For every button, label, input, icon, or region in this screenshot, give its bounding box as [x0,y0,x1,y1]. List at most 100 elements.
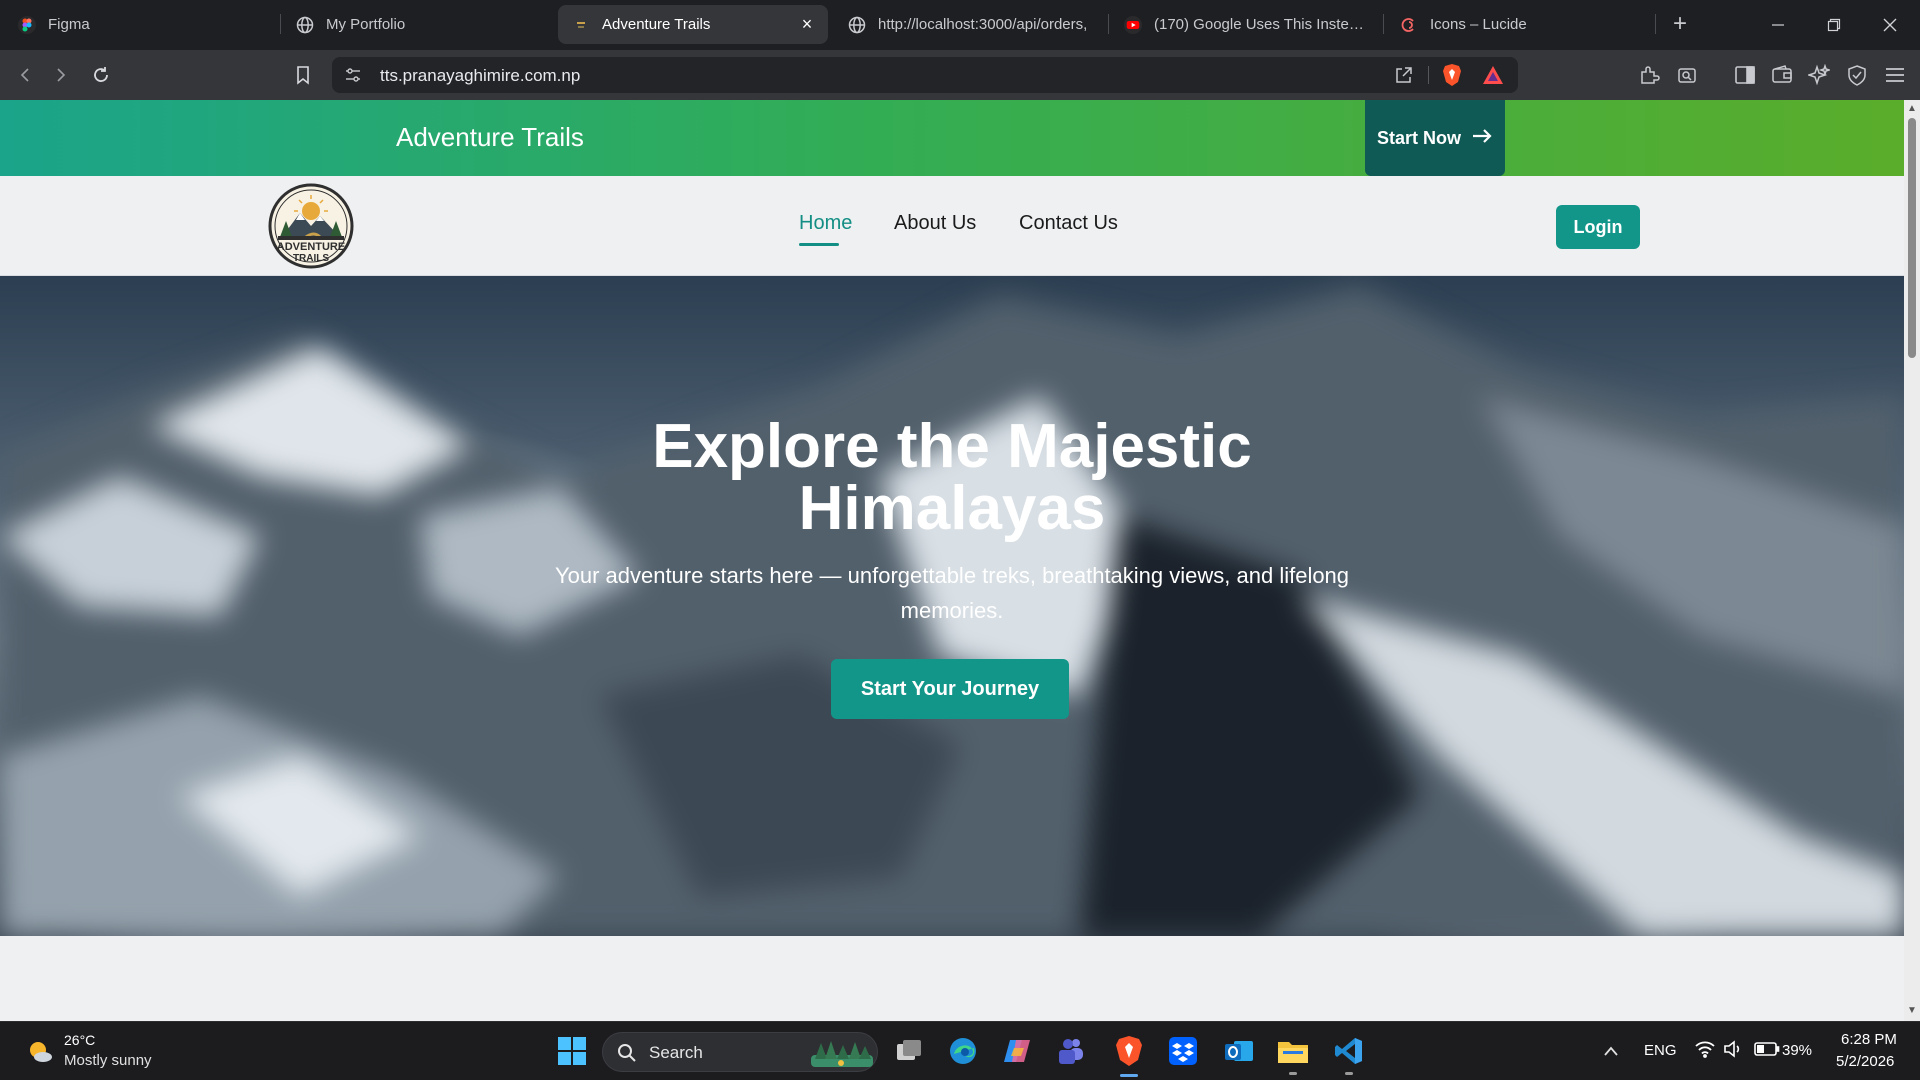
dropbox-icon[interactable] [1166,1034,1200,1068]
tab-youtube-video[interactable]: (170) Google Uses This Instead o [1110,5,1380,44]
close-tab-icon[interactable]: × [798,15,816,33]
web-page: Adventure Trails Start Now ADVENTURE TRA… [0,100,1904,1021]
hero-title-line-2: Himalayas [798,474,1106,543]
tab-separator [280,14,281,34]
hero-section: Explore the Majestic Himalayas Your adve… [0,276,1904,936]
lucide-icon [1400,16,1418,34]
running-app-indicator [1345,1072,1353,1075]
brave-browser-icon[interactable] [1112,1034,1146,1068]
search-label: Search [649,1043,703,1062]
share-icon[interactable] [1394,65,1414,90]
promo-bar: Adventure Trails Start Now [0,100,1904,176]
leo-ai-icon[interactable] [1804,60,1834,90]
youtube-icon [1124,15,1142,34]
nav-about-us[interactable]: About Us [894,212,976,235]
brave-rewards-icon[interactable] [1482,65,1504,90]
site-icon [572,16,590,34]
windows-start-icon[interactable] [555,1034,589,1068]
task-view-icon[interactable] [892,1034,926,1068]
start-your-journey-button[interactable]: Start Your Journey [831,659,1069,719]
hero-subtitle: Your adventure starts here — unforgettab… [554,563,1350,623]
brand-title: Adventure Trails [396,122,584,152]
bookmark-icon[interactable] [288,60,318,90]
vpn-shield-icon[interactable] [1842,60,1872,90]
start-now-button[interactable]: Start Now [1365,100,1505,176]
globe-icon [848,16,866,34]
nav-home[interactable]: Home [799,212,852,235]
clock-date[interactable]: 5/2/2026 [1836,1053,1894,1070]
teams-icon[interactable] [1054,1034,1088,1068]
show-hidden-icons[interactable] [1594,1034,1628,1068]
logo-text-line1: ADVENTURE [277,241,345,253]
figma-icon [18,15,36,34]
site-settings-icon[interactable] [344,66,362,89]
file-explorer-icon[interactable] [1276,1034,1310,1068]
scrollbar-thumb[interactable] [1908,118,1916,358]
active-app-indicator [1120,1074,1138,1077]
address-separator [1428,66,1429,84]
battery-icon[interactable] [1754,1041,1780,1062]
weather-description: Mostly sunny [64,1052,152,1069]
tab-title: (170) Google Uses This Instead o [1154,16,1366,33]
back-icon[interactable] [10,60,40,90]
language-indicator[interactable]: ENG [1644,1042,1677,1059]
sidebar-icon[interactable] [1730,60,1760,90]
main-navbar: ADVENTURE TRAILS Home About Us Contact U… [0,176,1904,276]
hero-title: Explore the Majestic Himalayas [452,416,1452,540]
nav-contact-us[interactable]: Contact Us [1019,212,1118,235]
globe-icon [296,16,314,34]
vscode-icon[interactable] [1332,1034,1366,1068]
tab-separator [1108,14,1109,34]
page-scrollbar[interactable]: ▲ ▼ [1904,100,1920,1021]
brave-shield-icon[interactable] [1442,63,1462,92]
copilot-icon[interactable] [1000,1034,1034,1068]
search-highlight-image [811,1037,873,1074]
login-button[interactable]: Login [1556,205,1640,249]
restore-icon[interactable] [1806,0,1862,50]
extensions-icon[interactable] [1634,60,1664,90]
tab-separator [1383,14,1384,34]
browser-tab-bar: Figma My Portfolio Adventure Trails × ht… [0,0,1920,50]
running-app-indicator [1289,1072,1297,1075]
tab-my-portfolio[interactable]: My Portfolio [282,5,552,44]
outlook-icon[interactable] [1222,1034,1256,1068]
reload-icon[interactable] [86,60,116,90]
menu-icon[interactable] [1880,60,1910,90]
windows-taskbar: 26°C Mostly sunny Search ENG 39% 6:28 PM… [0,1021,1920,1080]
weather-sunny-icon[interactable] [26,1038,54,1066]
forward-icon[interactable] [46,60,76,90]
taskbar-search-box[interactable]: Search [602,1032,878,1072]
adventure-trails-logo[interactable]: ADVENTURE TRAILS [268,181,354,271]
battery-percentage: 39% [1782,1042,1813,1059]
edge-browser-icon[interactable] [946,1034,980,1068]
url-text: tts.pranayaghimire.com.np [380,66,581,85]
new-tab-icon[interactable]: + [1666,10,1694,38]
tab-adventure-trails[interactable]: Adventure Trails × [558,5,828,44]
browser-toolbar: tts.pranayaghimire.com.np [0,50,1920,100]
screenshot-icon[interactable] [1672,60,1702,90]
tab-figma[interactable]: Figma [4,5,274,44]
weather-temperature: 26°C [64,1032,96,1048]
tab-localhost-orders[interactable]: http://localhost:3000/api/orders, [834,5,1104,44]
scroll-down-icon[interactable]: ▼ [1907,1006,1917,1016]
tab-title: My Portfolio [326,16,406,33]
tab-title: Adventure Trails [602,16,711,33]
start-now-label: Start Now [1376,127,1461,148]
wallet-icon[interactable] [1767,60,1797,90]
clock-time[interactable]: 6:28 PM [1841,1031,1897,1048]
tab-lucide-icons[interactable]: Icons – Lucide [1386,5,1646,44]
tab-title: Icons – Lucide [1430,16,1527,33]
volume-icon[interactable] [1722,1040,1744,1063]
wifi-icon[interactable] [1694,1040,1716,1063]
search-icon [617,1043,637,1068]
tab-title: http://localhost:3000/api/orders, [878,16,1088,33]
tab-separator [1655,14,1656,34]
logo-text-line2: TRAILS [293,253,329,264]
address-bar[interactable]: tts.pranayaghimire.com.np [332,57,1518,93]
close-window-icon[interactable] [1862,0,1918,50]
hero-title-line-1: Explore the Majestic [652,412,1252,481]
nav-active-indicator [799,243,839,246]
tab-title: Figma [48,16,90,33]
scroll-up-icon[interactable]: ▲ [1907,104,1917,114]
minimize-icon[interactable] [1750,0,1806,50]
